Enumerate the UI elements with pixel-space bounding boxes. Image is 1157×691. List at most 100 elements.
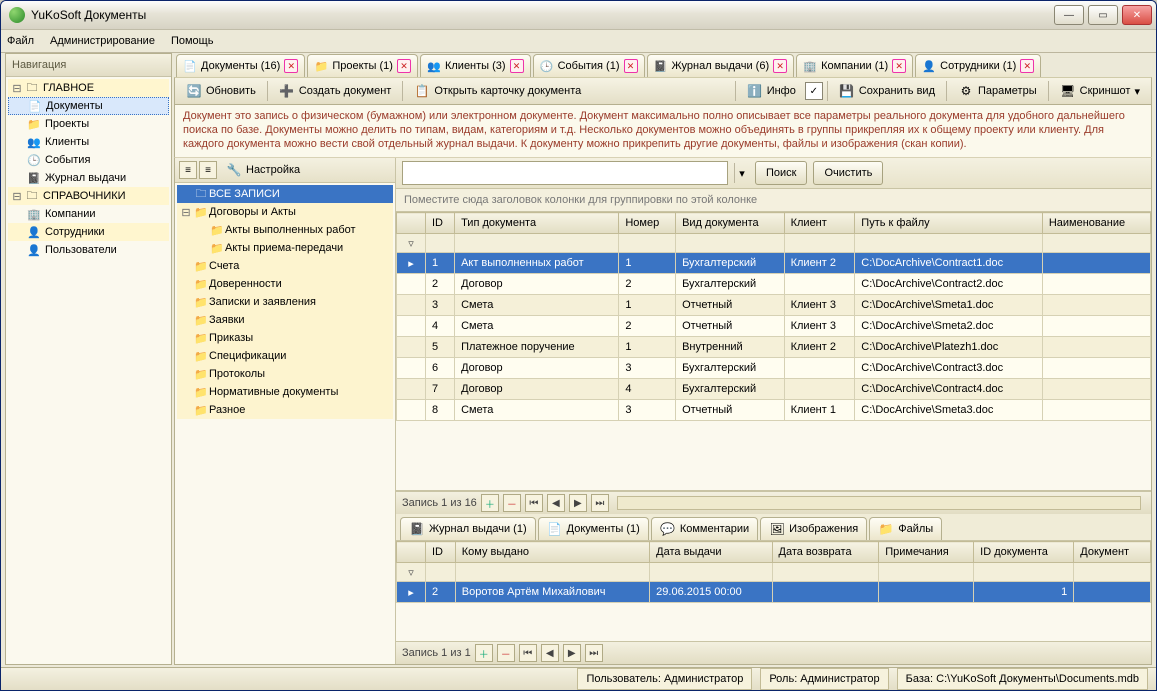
nav-first[interactable]: ⏮ [525,494,543,512]
col-num[interactable]: Номер [619,213,676,234]
tree-node[interactable]: 📁Нормативные документы [177,383,393,401]
col-kind[interactable]: Вид документа [676,213,785,234]
dtab-files[interactable]: 📁Файлы [869,517,942,540]
tab-close-icon[interactable] [624,59,638,73]
search-dropdown[interactable]: ▾ [734,163,749,183]
hscrollbar[interactable] [617,496,1141,510]
nav-item-projects[interactable]: 📁Проекты [8,115,169,133]
tree-collapse-button[interactable]: ≡ [179,161,197,179]
save-view-button[interactable]: 💾Сохранить вид [832,79,942,103]
dnav-add[interactable]: ＋ [475,644,493,662]
detail-row[interactable]: ▸2Воротов Артём Михайлович29.06.2015 00:… [397,582,1151,603]
table-row[interactable]: 4Смета2ОтчетныйКлиент 3C:\DocArchive\Sme… [397,316,1151,337]
tree-node-all[interactable]: 🗀ВСЕ ЗАПИСИ [177,185,393,203]
table-row[interactable]: 5Платежное поручение1ВнутреннийКлиент 2C… [397,337,1151,358]
create-doc-button[interactable]: ➕Создать документ [272,79,399,103]
col-client[interactable]: Клиент [784,213,855,234]
tree-expand-button[interactable]: ≡ [199,161,217,179]
menu-admin[interactable]: Администрирование [50,35,155,47]
col-name[interactable]: Наименование [1042,213,1150,234]
close-button[interactable]: ✕ [1122,5,1152,25]
tree-node[interactable]: 📁Акты выполненных работ [177,221,393,239]
tree-node[interactable]: 📁Спецификации [177,347,393,365]
group-hint[interactable]: Поместите сюда заголовок колонки для гру… [396,189,1151,212]
dcol-d2[interactable]: Дата возврата [772,542,879,563]
tab-close-icon[interactable] [1020,59,1034,73]
tree-node[interactable]: 📁Протоколы [177,365,393,383]
nav-item-clients[interactable]: 👥Клиенты [8,133,169,151]
search-button[interactable]: Поиск [755,161,807,185]
nav-item-companies[interactable]: 🏢Компании [8,205,169,223]
clear-button[interactable]: Очистить [813,161,883,185]
tab-close-icon[interactable] [284,59,298,73]
nav-item-users[interactable]: 👤Пользователи [8,241,169,259]
tab-close-icon[interactable] [510,59,524,73]
menu-file[interactable]: Файл [7,35,34,47]
tab-projects[interactable]: 📁Проекты (1) [307,54,418,77]
nav-item-journal[interactable]: 📓Журнал выдачи [8,169,169,187]
tab-documents[interactable]: 📄Документы (16) [176,54,305,77]
dnav-prev[interactable]: ◀ [541,644,559,662]
tree-node[interactable]: 📁Заявки [177,311,393,329]
info-toggle[interactable]: ✓ [805,82,823,100]
dcol-docid[interactable]: ID документа [974,542,1074,563]
dnav-last[interactable]: ⏭ [585,644,603,662]
open-doc-button[interactable]: 📋Открыть карточку документа [407,79,588,103]
tab-close-icon[interactable] [892,59,906,73]
dtab-images[interactable]: 🖼Изображения [760,517,867,540]
tree-node[interactable]: 📁Счета [177,257,393,275]
table-row[interactable]: ▸1Акт выполненных работ1БухгалтерскийКли… [397,253,1151,274]
tab-companies[interactable]: 🏢Компании (1) [796,54,913,77]
nav-item-documents[interactable]: 📄Документы [8,97,169,115]
filter-row[interactable]: ▿ [397,234,1151,253]
table-row[interactable]: 2Договор2БухгалтерскийC:\DocArchive\Cont… [397,274,1151,295]
tab-close-icon[interactable] [397,59,411,73]
screenshot-button[interactable]: 🖥Скриншот▾ [1053,79,1147,103]
col-id[interactable]: ID [426,213,455,234]
dnav-del[interactable]: － [497,644,515,662]
tree-settings-button[interactable]: 🔧Настройка [219,158,307,182]
dcol-doc[interactable]: Документ [1074,542,1151,563]
table-row[interactable]: 7Договор4БухгалтерскийC:\DocArchive\Cont… [397,379,1151,400]
dcol-note[interactable]: Примечания [879,542,974,563]
table-row[interactable]: 6Договор3БухгалтерскийC:\DocArchive\Cont… [397,358,1151,379]
params-button[interactable]: ⚙Параметры [951,79,1044,103]
nav-root-main[interactable]: ⊟🗀ГЛАВНОЕ [8,79,169,97]
dtab-journal[interactable]: 📓Журнал выдачи (1) [400,517,536,540]
tab-close-icon[interactable] [773,59,787,73]
tab-events[interactable]: 🕒События (1) [533,54,645,77]
nav-root-refs[interactable]: ⊟🗀СПРАВОЧНИКИ [8,187,169,205]
tree-node[interactable]: 📁Акты приема-передачи [177,239,393,257]
menu-help[interactable]: Помощь [171,35,214,47]
tab-employees[interactable]: 👤Сотрудники (1) [915,54,1041,77]
refresh-button[interactable]: 🔄Обновить [179,79,263,103]
minimize-button[interactable]: — [1054,5,1084,25]
dcol-id[interactable]: ID [426,542,456,563]
nav-item-events[interactable]: 🕒События [8,151,169,169]
nav-prev[interactable]: ◀ [547,494,565,512]
col-type[interactable]: Тип документа [455,213,619,234]
tree-node[interactable]: 📁Доверенности [177,275,393,293]
table-row[interactable]: 3Смета1ОтчетныйКлиент 3C:\DocArchive\Sme… [397,295,1151,316]
info-button[interactable]: ℹ️Инфо [740,79,803,103]
nav-item-employees[interactable]: 👤Сотрудники [8,223,169,241]
col-path[interactable]: Путь к файлу [855,213,1043,234]
dnav-first[interactable]: ⏮ [519,644,537,662]
tab-clients[interactable]: 👥Клиенты (3) [420,54,531,77]
detail-filter-row[interactable]: ▿ [397,563,1151,582]
tree-node[interactable]: 📁Разное [177,401,393,419]
dtab-docs[interactable]: 📄Документы (1) [538,517,649,540]
dcol-who[interactable]: Кому выдано [455,542,649,563]
dtab-comments[interactable]: 💬Комментарии [651,517,758,540]
nav-last[interactable]: ⏭ [591,494,609,512]
tree-node[interactable]: 📁Записки и заявления [177,293,393,311]
nav-next[interactable]: ▶ [569,494,587,512]
table-row[interactable]: 8Смета3ОтчетныйКлиент 1C:\DocArchive\Sme… [397,400,1151,421]
nav-add[interactable]: ＋ [481,494,499,512]
dcol-d1[interactable]: Дата выдачи [650,542,772,563]
tree-node[interactable]: ⊟📁Договоры и Акты [177,203,393,221]
dnav-next[interactable]: ▶ [563,644,581,662]
tree-node[interactable]: 📁Приказы [177,329,393,347]
maximize-button[interactable]: ▭ [1088,5,1118,25]
tab-journal[interactable]: 📓Журнал выдачи (6) [647,54,795,77]
